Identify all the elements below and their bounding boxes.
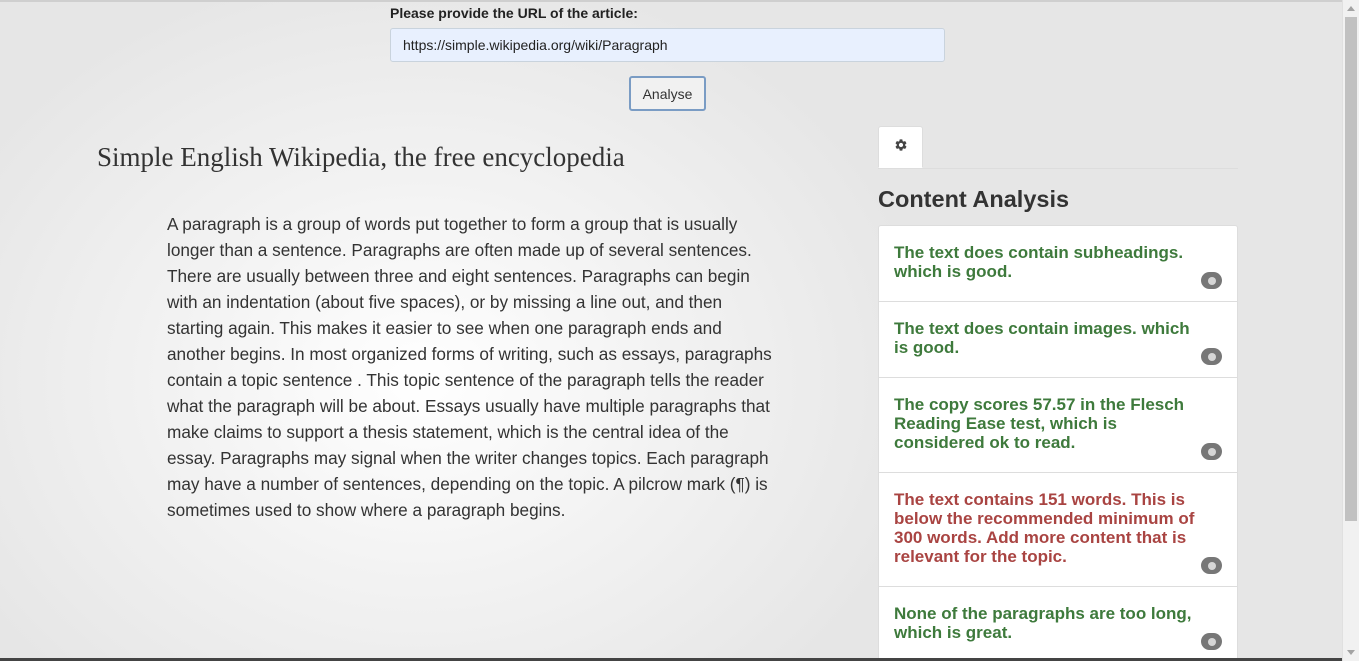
url-label: Please provide the URL of the article: (390, 5, 638, 21)
comment-icon[interactable] (1201, 348, 1222, 365)
tab-settings[interactable] (878, 126, 923, 168)
analysis-item-flesch: The copy scores 57.57 in the Flesch Read… (879, 378, 1237, 473)
url-input[interactable] (390, 28, 945, 62)
analysis-item-subheadings: The text does contain subheadings. which… (879, 226, 1237, 302)
top-border (0, 0, 1342, 2)
comment-icon[interactable] (1201, 443, 1222, 460)
panel-tab-bar (878, 126, 1238, 169)
analysis-item-paragraph-length: None of the paragraphs are too long, whi… (879, 587, 1237, 661)
content-analysis-heading: Content Analysis (878, 186, 1070, 212)
analysis-item-text: The text does contain images. which is g… (894, 319, 1190, 357)
analysis-item-text: The copy scores 57.57 in the Flesch Read… (894, 395, 1185, 452)
page-scrollbar[interactable] (1342, 0, 1359, 661)
scroll-up-arrow-icon[interactable] (1347, 6, 1355, 11)
scrollbar-thumb[interactable] (1345, 17, 1357, 521)
analysis-item-text: The text contains 151 words. This is bel… (894, 490, 1195, 566)
scroll-down-arrow-icon[interactable] (1347, 650, 1355, 655)
content-analysis-panel: Content Analysis The text does contain s… (878, 126, 1238, 661)
article-body-text: A paragraph is a group of words put toge… (167, 214, 772, 520)
analysis-results-list: The text does contain subheadings. which… (878, 225, 1238, 661)
analysis-item-text: None of the paragraphs are too long, whi… (894, 604, 1192, 642)
analysis-item-images: The text does contain images. which is g… (879, 302, 1237, 378)
analysis-item-text: The text does contain subheadings. which… (894, 243, 1184, 281)
gear-icon (895, 139, 906, 151)
comment-icon[interactable] (1201, 272, 1222, 289)
comment-icon[interactable] (1201, 557, 1222, 574)
analysis-item-word-count: The text contains 151 words. This is bel… (879, 473, 1237, 587)
article-site-title: Simple English Wikipedia, the free encyc… (97, 142, 625, 172)
comment-icon[interactable] (1201, 633, 1222, 650)
analyse-button[interactable]: Analyse (629, 76, 706, 111)
